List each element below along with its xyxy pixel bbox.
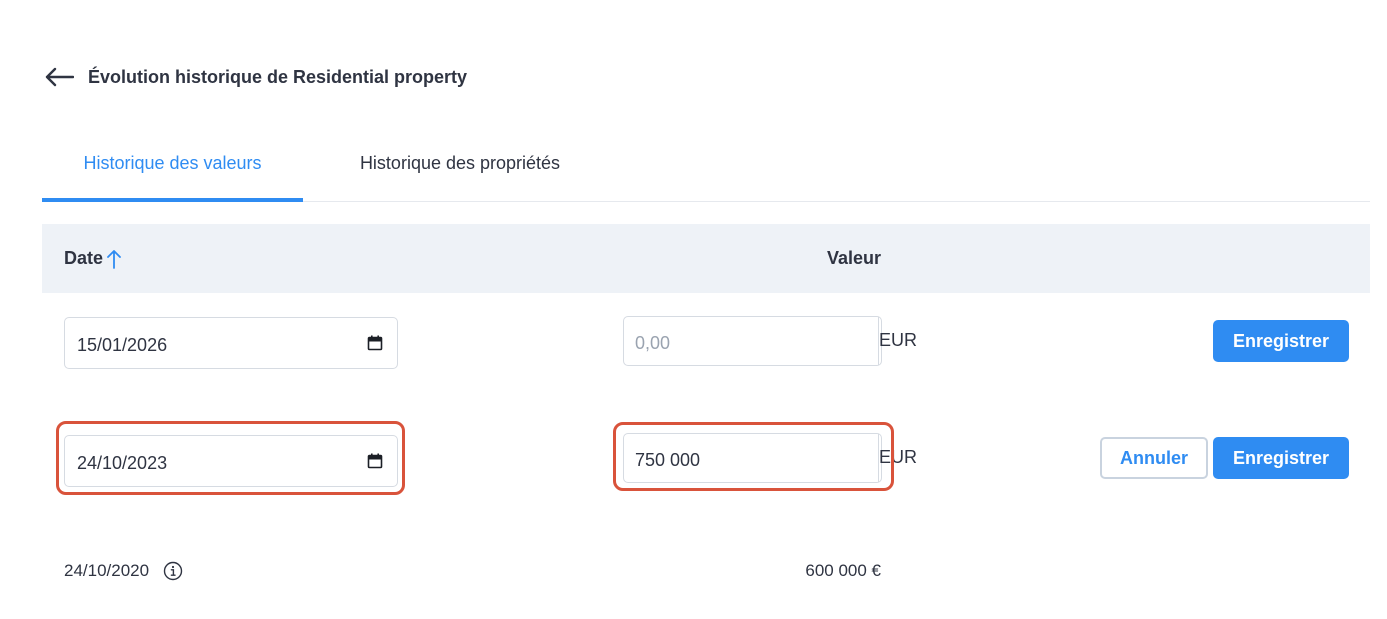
calendar-icon[interactable] — [367, 453, 383, 469]
column-header-value: Valeur — [826, 248, 881, 268]
date-field-value: 15/01/2026 — [77, 334, 168, 355]
tab-bar: Historique des valeurs Historique des pr… — [42, 125, 1370, 202]
save-button-edit[interactable]: Enregistrer — [1213, 437, 1349, 479]
row-date-text: 24/10/2020 — [64, 561, 150, 580]
tab-historique-proprietes[interactable]: Historique des propriétés — [308, 125, 612, 202]
tab-historique-valeurs[interactable]: Historique des valeurs — [42, 125, 303, 202]
date-field-edit[interactable]: 24/10/2023 — [64, 435, 398, 487]
calendar-icon[interactable] — [367, 335, 383, 351]
date-field-new[interactable]: 15/01/2026 — [64, 317, 398, 369]
page-header: Évolution historique de Residential prop… — [44, 62, 467, 92]
table-header: Date Valeur — [42, 224, 1370, 293]
column-header-date-label: Date — [64, 248, 104, 268]
info-icon[interactable] — [163, 561, 183, 581]
cancel-button[interactable]: Annuler — [1100, 437, 1208, 479]
page-title: Évolution historique de Residential prop… — [88, 66, 468, 87]
amount-input-new[interactable] — [624, 317, 878, 365]
amount-input-edit[interactable] — [624, 434, 878, 482]
column-header-date[interactable]: Date — [64, 224, 121, 293]
amount-group-edit: EUR — [623, 433, 917, 483]
row-value-text: 600 000 € — [805, 561, 881, 580]
date-field-value: 24/10/2023 — [77, 452, 168, 473]
currency-addon: EUR — [878, 317, 917, 365]
save-button-new[interactable]: Enregistrer — [1213, 320, 1349, 362]
arrow-up-icon — [107, 249, 121, 269]
arrow-left-icon[interactable] — [44, 65, 74, 89]
table-row-date: 24/10/2020 — [64, 558, 183, 584]
currency-addon: EUR — [878, 434, 917, 482]
amount-group-new: EUR — [623, 316, 917, 366]
